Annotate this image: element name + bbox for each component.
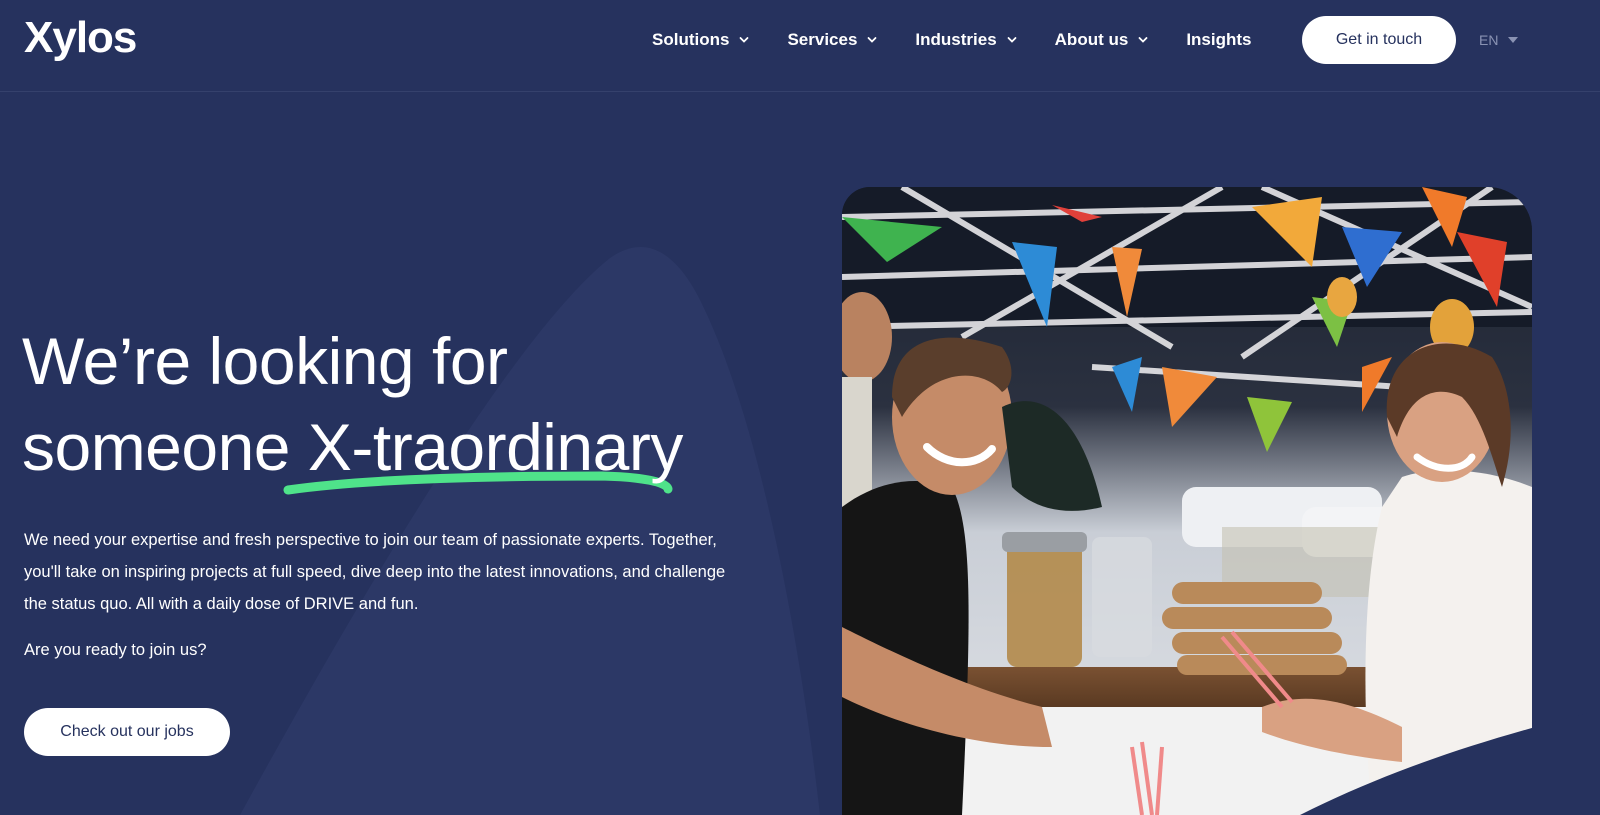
hero-title-line-2: someone X-traordinary: [22, 404, 683, 490]
nav-label: Industries: [915, 30, 997, 49]
language-selector[interactable]: EN: [1479, 30, 1519, 50]
nav-item-services[interactable]: Services: [787, 30, 877, 50]
hero-title: We’re looking for someone X-traordinary: [22, 318, 683, 490]
chevron-down-icon: [868, 37, 877, 43]
main-navigation: Solutions Services Industries About us I…: [652, 24, 1251, 56]
check-out-jobs-button[interactable]: Check out our jobs: [24, 708, 230, 756]
nav-item-solutions[interactable]: Solutions: [652, 30, 749, 50]
get-in-touch-button[interactable]: Get in touch: [1302, 16, 1456, 64]
chevron-down-icon: [740, 37, 749, 43]
hero-title-highlight: X-traordinary: [307, 410, 683, 484]
careers-page: Xylos Solutions Services Industries Abou…: [0, 0, 1600, 815]
nav-label: About us: [1054, 30, 1129, 49]
hero-title-plain: someone: [22, 410, 308, 484]
nav-label: Insights: [1186, 30, 1252, 49]
chevron-down-icon: [1007, 37, 1017, 43]
nav-item-about-us[interactable]: About us: [1055, 30, 1149, 50]
nav-label: Solutions: [652, 30, 730, 49]
xylos-logo[interactable]: Xylos: [24, 12, 137, 64]
chevron-down-icon: [1138, 37, 1148, 43]
nav-label: Services: [787, 30, 858, 49]
caret-down-icon: [1508, 37, 1519, 43]
hero-description: We need your expertise and fresh perspec…: [24, 531, 726, 613]
nav-item-insights[interactable]: Insights: [1186, 30, 1251, 50]
photo-corner-decoration: [1300, 710, 1600, 815]
hero-title-line-1: We’re looking for: [22, 324, 508, 398]
nav-item-industries[interactable]: Industries: [915, 30, 1017, 50]
hero-question: Are you ready to join us?: [24, 641, 207, 659]
site-header: Xylos Solutions Services Industries Abou…: [0, 0, 1600, 92]
language-label: EN: [1479, 32, 1499, 48]
